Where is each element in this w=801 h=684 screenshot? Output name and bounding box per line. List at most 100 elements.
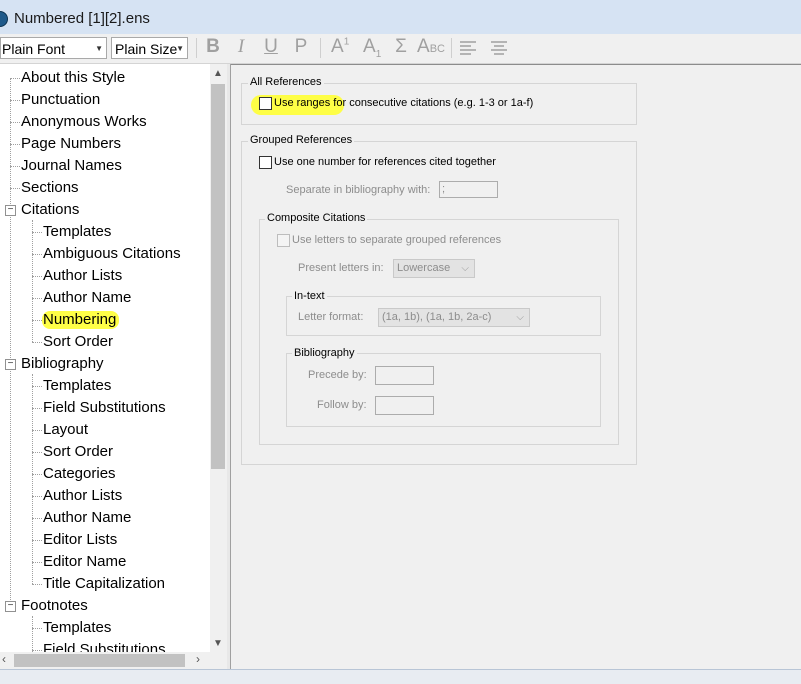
tree-item-title-capitalization[interactable]: Title Capitalization bbox=[43, 574, 165, 594]
tree-item-bibliography[interactable]: Bibliography bbox=[21, 354, 104, 374]
scrollbar-thumb[interactable] bbox=[14, 654, 185, 667]
separate-field[interactable]: ; bbox=[439, 181, 498, 198]
tree-item-ambiguous-citations[interactable]: Ambiguous Citations bbox=[43, 244, 181, 264]
tree-connector bbox=[32, 474, 42, 475]
tree-item-bibliography-templates[interactable]: Templates bbox=[43, 376, 111, 396]
superscript-label: A bbox=[331, 36, 344, 57]
tree-item-about-this-style[interactable]: About this Style bbox=[21, 68, 125, 88]
tree-item-punctuation[interactable]: Punctuation bbox=[21, 90, 100, 110]
small-caps-icon: BC bbox=[429, 43, 445, 55]
align-center-icon[interactable] bbox=[491, 41, 507, 55]
small-caps-button[interactable]: ABC bbox=[417, 36, 445, 60]
letter-format-dropdown[interactable]: (1a, 1b), (1a, 1b, 2a-c) ⌵ bbox=[378, 308, 530, 327]
present-letters-label: Present letters in: bbox=[298, 262, 384, 274]
subscript-label: A bbox=[363, 36, 376, 57]
toolbar-separator bbox=[196, 38, 197, 58]
tree-item-bibliography-author-name[interactable]: Author Name bbox=[43, 508, 131, 528]
font-select[interactable]: Plain Font ▼ bbox=[0, 37, 107, 59]
tree-connector bbox=[32, 232, 42, 233]
tree-connector bbox=[32, 496, 42, 497]
follow-by-field[interactable] bbox=[375, 396, 434, 415]
collapse-icon[interactable]: − bbox=[5, 601, 16, 612]
bold-button[interactable]: B bbox=[204, 36, 222, 60]
letter-format-value: (1a, 1b), (1a, 1b, 2a-c) bbox=[382, 311, 492, 323]
tree-vertical-scrollbar[interactable]: ▲ ▼ bbox=[210, 64, 227, 652]
scroll-down-icon[interactable]: ▼ bbox=[213, 638, 223, 649]
grouped-references-title: Grouped References bbox=[248, 134, 355, 146]
style-tree: − − − About this Style Punctuation Anony… bbox=[0, 64, 210, 652]
use-ranges-label: Use ranges for consecutive citations (e.… bbox=[274, 97, 534, 109]
letter-format-label: Letter format: bbox=[298, 311, 364, 323]
precede-by-label: Precede by: bbox=[308, 369, 367, 381]
chevron-down-icon: ▼ bbox=[95, 44, 103, 53]
tree-item-footnotes-field-substitutions[interactable]: Field Substitutions bbox=[43, 640, 166, 652]
tree-item-citations-sort-order[interactable]: Sort Order bbox=[43, 332, 113, 352]
status-bar bbox=[0, 669, 801, 684]
scroll-left-icon[interactable]: ‹ bbox=[2, 652, 6, 666]
symbol-button[interactable]: Σ bbox=[393, 36, 409, 60]
follow-by-label: Follow by: bbox=[317, 399, 367, 411]
small-caps-label: A bbox=[417, 36, 430, 57]
collapse-icon[interactable]: − bbox=[5, 205, 16, 216]
tree-connector bbox=[10, 144, 20, 145]
tree-item-editor-name[interactable]: Editor Name bbox=[43, 552, 126, 572]
bibliography-group bbox=[286, 353, 601, 427]
align-left-icon[interactable] bbox=[460, 41, 476, 55]
tree-item-citations[interactable]: Citations bbox=[21, 200, 79, 220]
present-letters-dropdown[interactable]: Lowercase ⌵ bbox=[393, 259, 475, 278]
collapse-icon[interactable]: − bbox=[5, 359, 16, 370]
tree-connector bbox=[32, 452, 42, 453]
superscript-icon: 1 bbox=[343, 36, 350, 48]
tree-connector bbox=[32, 650, 42, 651]
tree-connector bbox=[32, 320, 42, 321]
tree-item-bibliography-sort-order[interactable]: Sort Order bbox=[43, 442, 113, 462]
tree-item-categories[interactable]: Categories bbox=[43, 464, 116, 484]
precede-by-field[interactable] bbox=[375, 366, 434, 385]
in-text-title: In-text bbox=[292, 290, 327, 302]
use-letters-checkbox[interactable] bbox=[277, 234, 290, 247]
tree-item-field-substitutions[interactable]: Field Substitutions bbox=[43, 398, 166, 418]
tree-item-anonymous-works[interactable]: Anonymous Works bbox=[21, 112, 147, 132]
one-number-checkbox[interactable] bbox=[259, 156, 272, 169]
tree-connector bbox=[32, 298, 42, 299]
subscript-button[interactable]: A1 bbox=[363, 36, 389, 60]
separate-label: Separate in bibliography with: bbox=[286, 184, 431, 196]
tree-item-layout[interactable]: Layout bbox=[43, 420, 88, 440]
tree-connector bbox=[10, 78, 20, 79]
tree-connector bbox=[32, 276, 42, 277]
tree-connector bbox=[10, 78, 11, 610]
chevron-down-icon: ▼ bbox=[176, 44, 184, 53]
plain-button[interactable]: P bbox=[292, 36, 310, 60]
tree-horizontal-scrollbar[interactable]: ‹ › bbox=[0, 652, 210, 669]
tree-item-journal-names[interactable]: Journal Names bbox=[21, 156, 122, 176]
subscript-icon: 1 bbox=[375, 48, 382, 60]
scroll-right-icon[interactable]: › bbox=[196, 652, 200, 666]
scrollbar-corner bbox=[210, 652, 227, 669]
tree-item-editor-lists[interactable]: Editor Lists bbox=[43, 530, 117, 550]
tree-item-citations-author-name[interactable]: Author Name bbox=[43, 288, 131, 308]
tree-item-footnotes-templates[interactable]: Templates bbox=[43, 618, 111, 638]
size-select[interactable]: Plain Size ▼ bbox=[111, 37, 188, 59]
tree-item-footnotes[interactable]: Footnotes bbox=[21, 596, 88, 616]
italic-button[interactable]: I bbox=[232, 36, 250, 60]
tree-item-numbering[interactable]: Numbering bbox=[43, 310, 116, 330]
underline-button[interactable]: U bbox=[262, 36, 280, 60]
tree-connector bbox=[32, 584, 42, 585]
tree-item-page-numbers[interactable]: Page Numbers bbox=[21, 134, 121, 154]
use-ranges-checkbox[interactable] bbox=[259, 97, 272, 110]
tree-item-sections[interactable]: Sections bbox=[21, 178, 79, 198]
scroll-up-icon[interactable]: ▲ bbox=[213, 68, 223, 79]
tree-connector bbox=[32, 342, 42, 343]
tree-item-citations-templates[interactable]: Templates bbox=[43, 222, 111, 242]
tree-connector bbox=[32, 254, 42, 255]
tree-connector bbox=[32, 562, 42, 563]
tree-connector bbox=[32, 374, 33, 584]
tree-connector bbox=[32, 220, 33, 342]
tree-item-bibliography-author-lists[interactable]: Author Lists bbox=[43, 486, 122, 506]
superscript-button[interactable]: A1 bbox=[331, 36, 357, 60]
tree-connector bbox=[32, 430, 42, 431]
toolbar-separator bbox=[320, 38, 321, 58]
font-select-value: Plain Font bbox=[2, 41, 66, 57]
scrollbar-thumb[interactable] bbox=[211, 84, 225, 469]
tree-item-citations-author-lists[interactable]: Author Lists bbox=[43, 266, 122, 286]
